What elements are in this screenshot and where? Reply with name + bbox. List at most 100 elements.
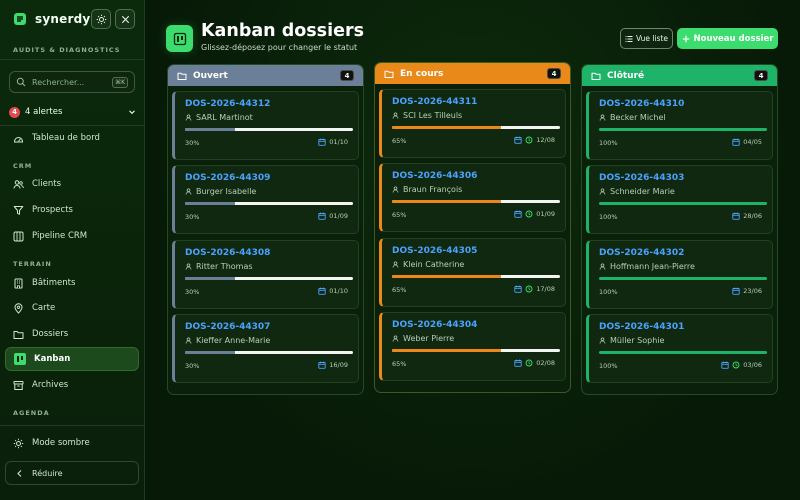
progress-fill [392, 275, 502, 278]
date-value: 01/10 [329, 138, 348, 146]
dossier-id[interactable]: DOS-2026-44311 [392, 97, 477, 107]
dossier-card[interactable]: DOS-2026-44302 Hoffmann Jean-Pierre 100% 23… [586, 240, 773, 309]
dossier-client: Klein Catherine [392, 260, 464, 269]
dossier-id[interactable]: DOS-2026-44312 [185, 99, 270, 109]
nav-item-pipeline[interactable]: Pipeline CRM [5, 224, 139, 248]
close-sidebar-button[interactable] [115, 9, 135, 29]
dossier-date: 02/08 [514, 359, 555, 367]
dossier-card[interactable]: DOS-2026-44306 Braun François 65% 01/09 [379, 163, 566, 232]
list-icon [625, 35, 633, 42]
dossier-date: 16/09 [318, 361, 348, 369]
clock-icon [525, 285, 533, 293]
dossier-id[interactable]: DOS-2026-44305 [392, 246, 477, 256]
new-dossier-label: Nouveau dossier [693, 33, 774, 44]
dossier-card[interactable]: DOS-2026-44303 Schneider Marie 100% 28/06 [586, 165, 773, 234]
section-terrain: TERRAIN [13, 260, 52, 268]
chevron-down-icon [129, 110, 135, 115]
collapse-label: Réduire [32, 468, 63, 478]
page-subtitle: Glissez-déposez pour changer le statut [201, 43, 358, 52]
dark-mode-toggle[interactable]: Mode sombre [5, 431, 139, 455]
folder-icon [177, 71, 187, 81]
user-icon [392, 261, 399, 268]
progress-label: 100% [599, 288, 618, 296]
search-box[interactable]: ⌘K [9, 71, 135, 93]
dossier-card[interactable]: DOS-2026-44308 Ritter Thomas 30% 01/10 [172, 240, 359, 309]
column-count: 4 [754, 70, 768, 81]
user-icon [599, 337, 606, 344]
nav-item-dashboard[interactable]: Tableau de bord [5, 126, 139, 150]
dossier-card[interactable]: DOS-2026-44307 Kieffer Anne-Marie 30% 16/09 [172, 314, 359, 383]
dossier-id[interactable]: DOS-2026-44309 [185, 173, 270, 183]
dossier-card[interactable]: DOS-2026-44310 Becker Michel 100% 04/05 [586, 91, 773, 160]
user-icon [392, 112, 399, 119]
nav-item-carte[interactable]: Carte [5, 296, 139, 320]
dossier-card[interactable]: DOS-2026-44312 SARL Martinot 30% 01/10 [172, 91, 359, 160]
nav-item-archives[interactable]: Archives [5, 373, 139, 397]
progress-label: 65% [392, 360, 407, 368]
dossier-id[interactable]: DOS-2026-44306 [392, 171, 477, 181]
dossier-card[interactable]: DOS-2026-44311 SCI Les Tilleuls 65% 12/08 [379, 89, 566, 158]
calendar-icon [318, 287, 326, 295]
dossier-client: Weber Pierre [392, 334, 454, 343]
dossier-date: 01/09 [318, 212, 348, 220]
dossier-card[interactable]: DOS-2026-44304 Weber Pierre 65% 02/08 [379, 312, 566, 381]
kanban-column: En cours 4 DOS-2026-44311 SCI Les Tilleuls 6… [374, 62, 571, 393]
page-title: Kanban dossiers [201, 21, 365, 41]
brand[interactable]: synerdys [13, 12, 98, 26]
progress-label: 30% [185, 213, 200, 221]
client-name: Hoffmann Jean-Pierre [610, 262, 695, 271]
nav-item-dossiers[interactable]: Dossiers [5, 322, 139, 346]
dossier-id[interactable]: DOS-2026-44310 [599, 99, 684, 109]
dossier-card[interactable]: DOS-2026-44305 Klein Catherine 65% 17/08 [379, 238, 566, 307]
dossier-card[interactable]: DOS-2026-44309 Burger Isabelle 30% 01/09 [172, 165, 359, 234]
dossier-id[interactable]: DOS-2026-44301 [599, 322, 684, 332]
dossier-date: 12/08 [514, 136, 555, 144]
date-value: 28/06 [743, 212, 762, 220]
folder-icon [384, 69, 394, 79]
column-header: Ouvert 4 [168, 65, 363, 86]
dossier-card[interactable]: DOS-2026-44301 Müller Sophie 100% 03/06 [586, 314, 773, 383]
progress-label: 30% [185, 362, 200, 370]
user-icon [185, 114, 192, 121]
date-value: 01/09 [329, 212, 348, 220]
nav-item-batiments[interactable]: Bâtiments [5, 271, 139, 295]
dossier-id[interactable]: DOS-2026-44304 [392, 320, 477, 330]
list-view-button[interactable]: Vue liste [620, 28, 673, 49]
column-title: En cours [400, 68, 444, 79]
calendar-icon [732, 212, 740, 220]
client-name: Kieffer Anne-Marie [196, 336, 271, 345]
calendar-icon [514, 210, 522, 218]
search-input[interactable] [32, 77, 112, 87]
alerts-toggle[interactable]: 4 4 alertes [9, 104, 137, 120]
date-value: 01/10 [329, 287, 348, 295]
client-name: Ritter Thomas [196, 262, 253, 271]
client-name: Schneider Marie [610, 187, 675, 196]
dossier-id[interactable]: DOS-2026-44308 [185, 248, 270, 258]
kanban-icon [166, 25, 193, 52]
nav-item-clients[interactable]: Clients [5, 172, 139, 196]
sun-icon [96, 14, 106, 24]
dossier-date: 17/08 [514, 285, 555, 293]
client-name: Braun François [403, 185, 463, 194]
nav-item-kanban[interactable]: Kanban [5, 347, 139, 371]
progress-bar [392, 349, 560, 352]
folder-icon [13, 330, 24, 339]
close-icon [121, 15, 129, 23]
dossier-date: 28/06 [732, 212, 762, 220]
new-dossier-button[interactable]: Nouveau dossier [677, 28, 778, 49]
collapse-sidebar-button[interactable]: Réduire [5, 461, 139, 485]
dossier-id[interactable]: DOS-2026-44302 [599, 248, 684, 258]
user-icon [599, 188, 606, 195]
client-name: SARL Martinot [196, 113, 253, 122]
progress-label: 30% [185, 139, 200, 147]
date-value: 23/06 [743, 287, 762, 295]
client-name: Becker Michel [610, 113, 666, 122]
dossier-id[interactable]: DOS-2026-44303 [599, 173, 684, 183]
nav-item-prospects[interactable]: Prospects [5, 198, 139, 222]
dossier-id[interactable]: DOS-2026-44307 [185, 322, 270, 332]
progress-bar [599, 277, 767, 280]
user-icon [392, 186, 399, 193]
theme-toggle-button[interactable] [91, 9, 111, 29]
main-content: Kanban dossiers Glissez-déposez pour cha… [146, 0, 800, 500]
nav-label: Archives [32, 380, 69, 390]
